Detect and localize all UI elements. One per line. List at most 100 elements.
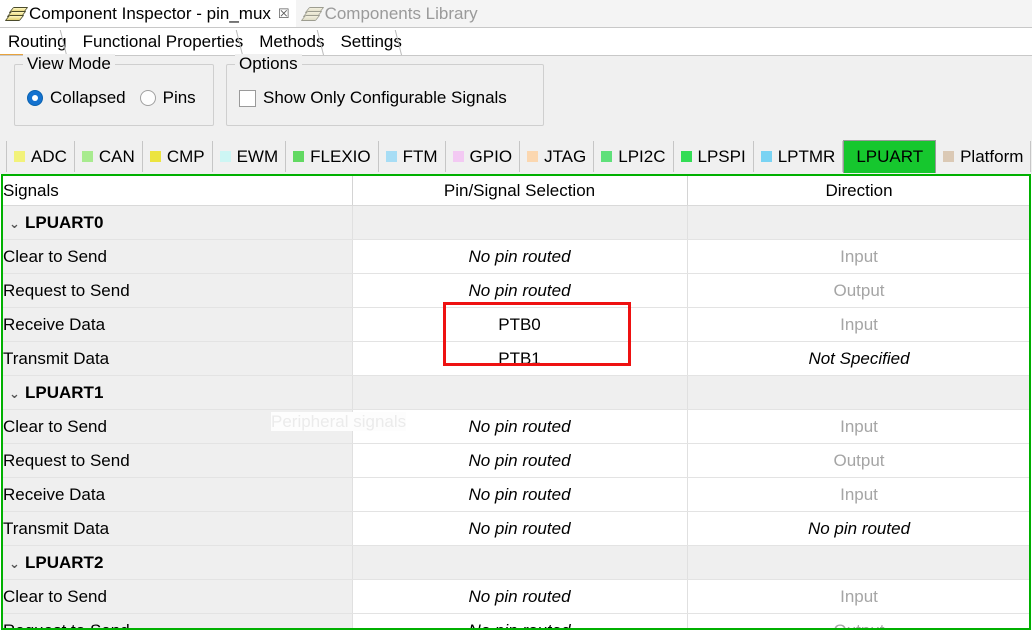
peripheral-tab-jtag[interactable]: JTAG xyxy=(520,141,595,172)
options-legend: Options xyxy=(235,54,302,74)
tab-methods[interactable]: Methods xyxy=(251,29,337,56)
signal-name-cell: Request to Send xyxy=(3,613,353,628)
pin-selection-cell[interactable]: No pin routed xyxy=(352,613,688,628)
table-row[interactable]: Request to Send No pin routed Output xyxy=(3,273,1029,308)
group-name-cell[interactable]: ⌄ LPUART1 xyxy=(3,375,353,410)
pin-selection-cell[interactable]: No pin routed xyxy=(352,409,688,444)
peripheral-tab-lpi2c[interactable]: LPI2C xyxy=(594,141,674,172)
pin-selection-cell[interactable]: No pin routed xyxy=(352,239,688,274)
peripheral-tab-label: EWM xyxy=(236,146,279,166)
table-group-row[interactable]: ⌄ LPUART2 xyxy=(3,545,1029,580)
signal-name-cell: Request to Send xyxy=(3,273,353,308)
peripheral-tab-label: LPSPI xyxy=(697,146,746,166)
pin-selection-cell[interactable]: No pin routed xyxy=(352,579,688,614)
group-name-cell[interactable]: ⌄ LPUART2 xyxy=(3,545,353,580)
radio-indicator[interactable] xyxy=(27,90,43,106)
tab-routing[interactable]: Routing xyxy=(0,29,79,56)
radio-indicator[interactable] xyxy=(139,90,156,106)
checkbox-show-only-configurable-signals[interactable]: Show Only Configurable Signals xyxy=(239,88,507,108)
table-group-row[interactable]: ⌄ LPUART0 xyxy=(3,205,1029,240)
peripheral-tab-label: FLEXIO xyxy=(310,146,371,166)
editor-tab-components-library[interactable]: Components Library xyxy=(295,0,484,28)
table-header-row: Signals Pin/Signal Selection Direction xyxy=(3,176,1029,206)
color-swatch-icon xyxy=(452,151,464,162)
peripheral-tab-lpuart[interactable]: LPUART xyxy=(843,140,937,173)
table-row[interactable]: Transmit Data PTB1 Not Specified xyxy=(3,341,1029,376)
pin-selection-cell[interactable]: No pin routed xyxy=(352,443,688,478)
peripheral-tab-ftm[interactable]: FTM xyxy=(379,141,446,172)
close-icon[interactable]: ☒ xyxy=(278,8,290,21)
layers-stack-icon xyxy=(4,6,29,22)
peripheral-tab-adc[interactable]: ADC xyxy=(6,141,75,172)
editor-tab-title: Components Library xyxy=(324,4,478,23)
pin-selection-cell[interactable]: No pin routed xyxy=(352,477,688,512)
table-row[interactable]: Receive Data No pin routed Input xyxy=(3,477,1029,512)
pin-selection-cell[interactable]: No pin routed xyxy=(352,273,688,308)
peripheral-tab-cmp[interactable]: CMP xyxy=(143,141,213,172)
column-header-pin-signal-selection[interactable]: Pin/Signal Selection xyxy=(352,176,688,206)
signal-name-cell: Clear to Send xyxy=(3,409,353,444)
signal-name-cell: Clear to Send xyxy=(3,239,353,274)
color-swatch-icon xyxy=(293,151,305,162)
color-swatch-icon xyxy=(219,151,231,162)
radio-collapsed[interactable]: Collapsed xyxy=(27,88,126,108)
column-header-signals[interactable]: Signals xyxy=(3,176,353,206)
peripheral-tab-label: GPIO xyxy=(469,146,513,166)
peripheral-tab-flexio[interactable]: FLEXIO xyxy=(286,141,379,172)
routing-table-panel: Peripheral signals Signals Pin/Signal Se… xyxy=(1,174,1031,630)
chevron-down-icon[interactable]: ⌄ xyxy=(9,217,25,232)
radio-label: Collapsed xyxy=(50,88,126,107)
direction-cell: Input xyxy=(687,239,1029,274)
group-direction-cell xyxy=(687,375,1029,410)
radio-pins[interactable]: Pins xyxy=(139,88,196,108)
direction-cell: Output xyxy=(687,613,1029,628)
chevron-down-icon[interactable]: ⌄ xyxy=(9,387,25,402)
tab-settings[interactable]: Settings xyxy=(332,29,415,56)
pin-selection-cell[interactable]: No pin routed xyxy=(352,511,688,546)
direction-cell: Input xyxy=(687,409,1029,444)
table-row[interactable]: Clear to Send No pin routed Input xyxy=(3,579,1029,614)
signal-name-cell: Transmit Data xyxy=(3,341,353,376)
color-swatch-icon xyxy=(601,151,613,162)
peripheral-tab-ewm[interactable]: EWM xyxy=(213,141,287,172)
pin-selection-cell[interactable]: PTB0 xyxy=(352,307,688,342)
group-pin-cell xyxy=(352,545,688,580)
peripheral-tab-gpio[interactable]: GPIO xyxy=(446,141,521,172)
tab-label: Routing xyxy=(8,32,67,51)
table-row[interactable]: Transmit Data No pin routed No pin route… xyxy=(3,511,1029,546)
signal-name-cell: Receive Data xyxy=(3,307,353,342)
view-mode-group: View Mode Collapsed Pins xyxy=(14,54,214,126)
group-name-cell[interactable]: ⌄ LPUART0 xyxy=(3,205,353,240)
table-row[interactable]: Request to Send No pin routed Output xyxy=(3,613,1029,628)
peripheral-tab-label: ADC xyxy=(31,146,67,166)
group-pin-cell xyxy=(352,205,688,240)
tab-label: Settings xyxy=(340,32,402,51)
property-tab-bar: Routing Functional Properties Methods Se… xyxy=(0,28,1032,56)
checkbox-indicator[interactable] xyxy=(239,89,256,107)
editor-tab-component-inspector[interactable]: Component Inspector - pin_mux ☒ xyxy=(0,0,296,28)
table-row[interactable]: Request to Send No pin routed Output xyxy=(3,443,1029,478)
direction-cell: No pin routed xyxy=(687,511,1029,546)
editor-tab-title: Component Inspector - pin_mux xyxy=(29,4,271,23)
peripheral-tab-label: FTM xyxy=(402,146,438,166)
table-row[interactable]: Clear to Send No pin routed Input xyxy=(3,239,1029,274)
color-swatch-icon xyxy=(527,151,539,162)
chevron-down-icon[interactable]: ⌄ xyxy=(9,557,25,572)
group-direction-cell xyxy=(687,205,1029,240)
table-group-row[interactable]: ⌄ LPUART1 xyxy=(3,375,1029,410)
peripheral-tab-platform[interactable]: Platform xyxy=(936,141,1032,172)
peripheral-tab-lpspi[interactable]: LPSPI xyxy=(674,141,754,172)
peripheral-tab-label: LPUART xyxy=(856,147,924,166)
view-mode-legend: View Mode xyxy=(23,54,115,74)
pin-selection-cell[interactable]: PTB1 xyxy=(352,341,688,376)
peripheral-tab-lptmr[interactable]: LPTMR xyxy=(754,141,844,172)
tab-functional-properties[interactable]: Functional Properties xyxy=(74,29,256,56)
color-swatch-icon xyxy=(149,151,161,162)
toolbar-options-row: View Mode Collapsed Pins Options Show On… xyxy=(0,54,1032,139)
table-row[interactable]: Clear to Send No pin routed Input xyxy=(3,409,1029,444)
table-row[interactable]: Receive Data PTB0 Input xyxy=(3,307,1029,342)
peripheral-tab-can[interactable]: CAN xyxy=(75,141,143,172)
checkbox-label: Show Only Configurable Signals xyxy=(263,88,507,107)
color-swatch-icon xyxy=(680,151,692,162)
column-header-direction[interactable]: Direction xyxy=(687,176,1029,206)
